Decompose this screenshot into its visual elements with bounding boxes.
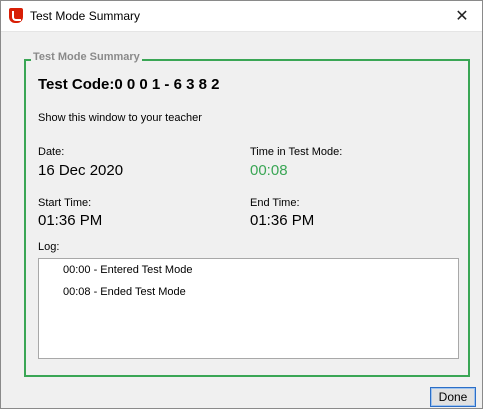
close-button[interactable]: ✕ (442, 1, 482, 30)
title-bar: Test Mode Summary ✕ (1, 1, 482, 32)
log-entry: 00:08 - Ended Test Mode (63, 286, 186, 298)
app-logo-icon (9, 8, 23, 23)
test-mode-summary-window: Test Mode Summary ✕ Test Mode Summary Te… (0, 0, 483, 409)
start-time-value: 01:36 PM (38, 212, 103, 229)
end-time-value: 01:36 PM (250, 212, 315, 229)
start-time-label: Start Time: (38, 197, 92, 209)
log-label: Log: (38, 241, 60, 253)
instruction-text: Show this window to your teacher (38, 112, 202, 124)
window-title: Test Mode Summary (30, 9, 141, 23)
end-time-label: End Time: (250, 197, 300, 209)
date-value: 16 Dec 2020 (38, 162, 124, 179)
group-title: Test Mode Summary (31, 51, 142, 63)
log-entry: 00:00 - Entered Test Mode (63, 264, 193, 276)
date-label: Date: (38, 146, 65, 158)
done-button[interactable]: Done (430, 387, 476, 407)
time-in-test-label: Time in Test Mode: (250, 146, 343, 158)
log-list[interactable]: 00:00 - Entered Test Mode 00:08 - Ended … (38, 258, 459, 359)
time-in-test-value: 00:08 (250, 162, 288, 179)
test-code: Test Code:0 0 0 1 - 6 3 8 2 (38, 76, 220, 93)
